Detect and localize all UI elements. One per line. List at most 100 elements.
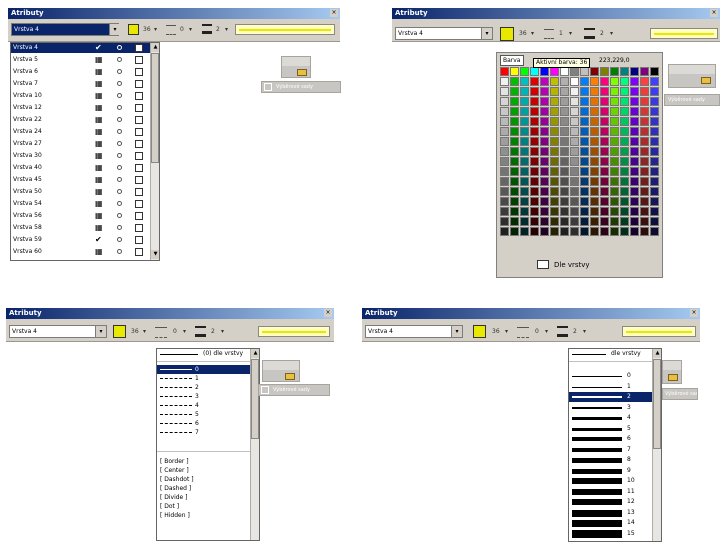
color-cell[interactable]	[570, 137, 579, 146]
color-cell[interactable]	[610, 217, 619, 226]
layer-row[interactable]: Vrstva 6 ▦	[11, 67, 150, 77]
lineweight-dropdown-icon[interactable]: ▾	[225, 24, 228, 35]
color-cell[interactable]	[590, 67, 599, 76]
color-cell[interactable]	[610, 67, 619, 76]
layer-dropdown-button[interactable]: ▾	[95, 326, 106, 337]
lineweight-dropdown-icon[interactable]: ▾	[221, 326, 224, 337]
lineweight-row[interactable]: 11	[569, 487, 652, 497]
close-button[interactable]: ×	[330, 9, 338, 17]
color-cell[interactable]	[610, 167, 619, 176]
color-cell[interactable]	[590, 217, 599, 226]
color-cell[interactable]	[620, 187, 629, 196]
color-cell[interactable]	[570, 127, 579, 136]
color-cell[interactable]	[530, 137, 539, 146]
color-cell[interactable]	[620, 167, 629, 176]
color-cell[interactable]	[510, 207, 519, 216]
lineweight-row[interactable]: 3	[569, 403, 652, 413]
color-cell[interactable]	[570, 157, 579, 166]
color-cell[interactable]	[510, 187, 519, 196]
color-cell[interactable]	[640, 227, 649, 236]
color-cell[interactable]	[560, 157, 569, 166]
layer-combo[interactable]: Vrstva 4	[11, 23, 119, 36]
color-cell[interactable]	[620, 197, 629, 206]
color-cell[interactable]	[640, 107, 649, 116]
hidden-layer-icon[interactable]: ▦	[95, 104, 103, 112]
lineweight-row[interactable]: 1	[569, 382, 652, 392]
color-cell[interactable]	[500, 127, 509, 136]
color-cell[interactable]	[650, 217, 659, 226]
color-cell[interactable]	[630, 197, 639, 206]
layer-row[interactable]: Vrstva 45 ▦	[11, 175, 150, 185]
color-cell[interactable]	[650, 147, 659, 156]
color-dropdown-icon[interactable]: ▾	[154, 24, 157, 35]
color-cell[interactable]	[630, 137, 639, 146]
linetype-dropdown-icon[interactable]: ▾	[545, 326, 548, 337]
color-grid[interactable]	[500, 67, 659, 236]
color-cell[interactable]	[530, 177, 539, 186]
color-cell[interactable]	[600, 217, 609, 226]
color-cell[interactable]	[530, 127, 539, 136]
layer-row[interactable]: Vrstva 50 ▦	[11, 187, 150, 197]
color-cell[interactable]	[530, 157, 539, 166]
hidden-layer-icon[interactable]: ▦	[95, 116, 103, 124]
color-cell[interactable]	[640, 217, 649, 226]
lock-icon[interactable]	[117, 213, 122, 218]
color-cell[interactable]	[610, 97, 619, 106]
color-cell[interactable]	[540, 157, 549, 166]
print-checkbox[interactable]	[135, 152, 143, 160]
color-cell[interactable]	[600, 87, 609, 96]
linetype-row[interactable]: [ Divide ]	[157, 493, 250, 502]
color-cell[interactable]	[580, 167, 589, 176]
hidden-layer-icon[interactable]: ▦	[95, 188, 103, 196]
color-cell[interactable]	[630, 167, 639, 176]
color-cell[interactable]	[500, 227, 509, 236]
color-cell[interactable]	[560, 97, 569, 106]
color-cell[interactable]	[500, 107, 509, 116]
linetype-row[interactable]: 5	[157, 410, 250, 419]
color-cell[interactable]	[520, 127, 529, 136]
layer-dropdown-button[interactable]: ▾	[481, 28, 492, 39]
layer-combo[interactable]: Vrstva 4	[9, 325, 107, 338]
color-swatch[interactable]	[473, 325, 486, 338]
color-cell[interactable]	[570, 227, 579, 236]
color-cell[interactable]	[580, 117, 589, 126]
linetype-row[interactable]: 0	[157, 365, 250, 374]
color-cell[interactable]	[590, 207, 599, 216]
color-cell[interactable]	[570, 117, 579, 126]
color-cell[interactable]	[580, 227, 589, 236]
linetype-row[interactable]: 2	[157, 383, 250, 392]
lineweight-row[interactable]: 8	[569, 455, 652, 465]
color-cell[interactable]	[550, 227, 559, 236]
linetype-list[interactable]: (0) dle vrstvy 0 1 2 3 4 5 6 7 [ Border ] [ Center…	[156, 348, 260, 541]
color-cell[interactable]	[600, 187, 609, 196]
lock-icon[interactable]	[117, 165, 122, 170]
scroll-thumb[interactable]	[151, 53, 159, 163]
lineweight-row[interactable]: 2	[569, 392, 652, 402]
color-cell[interactable]	[580, 67, 589, 76]
color-cell[interactable]	[570, 207, 579, 216]
color-cell[interactable]	[580, 97, 589, 106]
layer-combo[interactable]: Vrstva 4	[395, 27, 493, 40]
linetype-icon[interactable]	[544, 29, 554, 39]
scroll-thumb[interactable]	[251, 359, 259, 439]
print-checkbox[interactable]	[135, 224, 143, 232]
lock-icon[interactable]	[117, 81, 122, 86]
color-cell[interactable]	[640, 127, 649, 136]
color-cell[interactable]	[590, 227, 599, 236]
color-cell[interactable]	[560, 127, 569, 136]
color-cell[interactable]	[620, 87, 629, 96]
color-cell[interactable]	[530, 117, 539, 126]
linetype-list-scrollbar[interactable]: ▲	[250, 349, 259, 540]
hidden-layer-icon[interactable]: ▦	[95, 200, 103, 208]
linetype-row-by-layer[interactable]: (0) dle vrstvy	[157, 349, 250, 359]
color-cell[interactable]	[640, 177, 649, 186]
color-cell[interactable]	[500, 197, 509, 206]
layer-row[interactable]: Vrstva 4 ✔	[11, 43, 150, 53]
linetype-dropdown-icon[interactable]: ▾	[189, 24, 192, 35]
lineweight-row[interactable]: 5	[569, 424, 652, 434]
linetype-icon[interactable]	[517, 327, 529, 338]
hidden-layer-icon[interactable]: ▦	[95, 92, 103, 100]
scroll-down-button[interactable]: ▼	[151, 250, 159, 259]
color-cell[interactable]	[520, 77, 529, 86]
color-cell[interactable]	[590, 127, 599, 136]
